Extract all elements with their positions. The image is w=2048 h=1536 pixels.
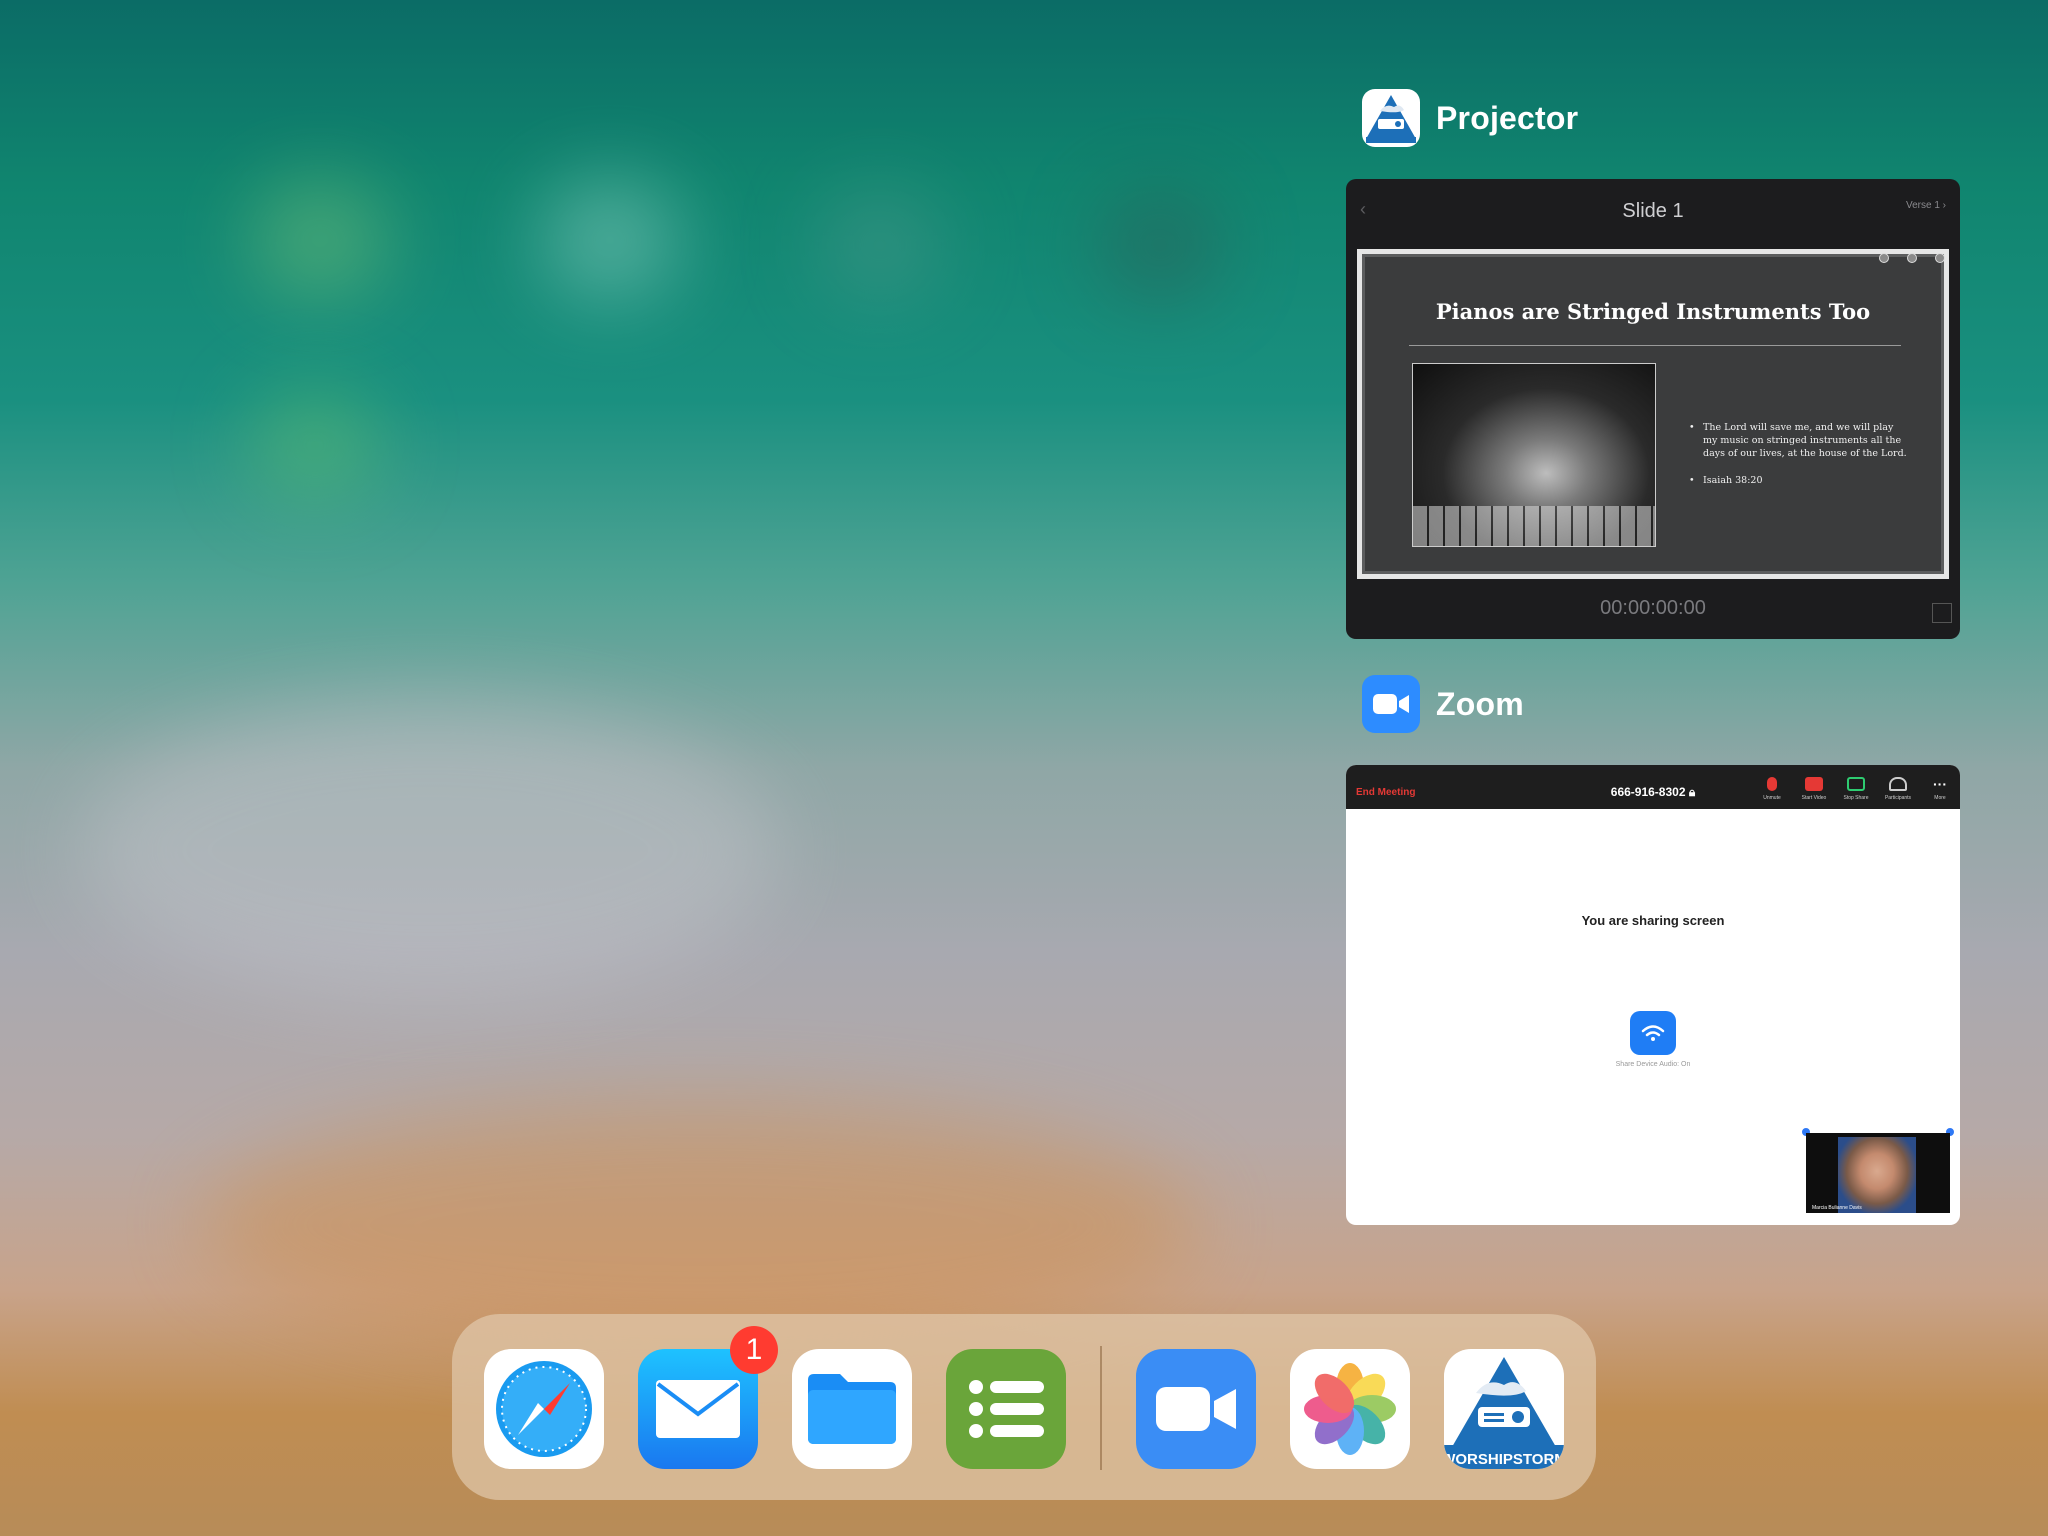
expand-icon[interactable] <box>1932 603 1952 623</box>
safari-icon <box>496 1361 592 1457</box>
dock-app-lists[interactable] <box>946 1349 1066 1469</box>
list-icon <box>969 1380 1044 1438</box>
slide-bullet: The Lord will save me, and we will play … <box>1689 421 1909 460</box>
dock-app-safari[interactable] <box>484 1349 604 1469</box>
more-label: More <box>1934 795 1946 801</box>
mail-badge: 1 <box>730 1326 778 1374</box>
zoom-app-card[interactable]: End Meeting 666-916-8302 🔒︎ Unmute Start… <box>1346 765 1960 1225</box>
unmute-label: Unmute <box>1763 795 1781 801</box>
stop-share-button[interactable]: Stop Share <box>1842 777 1870 801</box>
start-video-button[interactable]: Start Video <box>1800 777 1828 801</box>
zoom-tools: Unmute Start Video Stop Share Participan… <box>1758 777 1954 801</box>
slide-bullet: Isaiah 38:20 <box>1689 474 1909 487</box>
share-audio-label: Share Device Audio: On <box>1615 1061 1691 1068</box>
worshipstorm-wordmark: WORSHIPSTORM <box>1444 1451 1564 1468</box>
app-title-zoom: Zoom <box>1436 685 1524 722</box>
slide-handles <box>1879 253 1945 263</box>
slide-preview: Pianos are Stringed Instruments Too The … <box>1357 249 1949 579</box>
piano-hands-photo <box>1412 363 1656 547</box>
more-dots-icon: ··· <box>1933 776 1947 792</box>
slide-heading: Pianos are Stringed Instruments Too <box>1435 299 1871 324</box>
projector-app-card[interactable]: ‹ Slide 1 Verse 1 › Pianos are Stringed … <box>1346 179 1960 639</box>
presentation-timer: 00:00:00:00 <box>1600 597 1706 619</box>
meeting-id-text: 666-916-8302 <box>1610 785 1686 799</box>
participant-name: Marcia Bulianne Davis <box>1812 1205 1862 1211</box>
dock-app-zoom[interactable] <box>1136 1349 1256 1469</box>
start-video-label: Start Video <box>1801 795 1827 801</box>
share-screen-icon <box>1847 777 1865 791</box>
zoom-app-header[interactable]: Zoom <box>1362 675 1524 733</box>
next-verse-button[interactable]: Verse 1 › <box>1906 200 1946 211</box>
sharing-status: You are sharing screen <box>1581 913 1725 928</box>
participants-label: Participants <box>1884 795 1912 801</box>
self-video-thumbnail[interactable]: Marcia Bulianne Davis <box>1806 1133 1950 1213</box>
dock-app-photos[interactable] <box>1290 1349 1410 1469</box>
zoom-toolbar: End Meeting 666-916-8302 🔒︎ Unmute Start… <box>1346 765 1960 809</box>
participants-button[interactable]: Participants <box>1884 777 1912 801</box>
slide-content: Pianos are Stringed Instruments Too The … <box>1362 253 1945 574</box>
worshipstorm-icon <box>1362 89 1420 147</box>
projector-app-header[interactable]: Projector <box>1362 89 1578 147</box>
dock-divider <box>1100 1346 1102 1470</box>
video-off-icon <box>1805 777 1823 791</box>
stop-share-label: Stop Share <box>1843 795 1869 801</box>
zoom-camera-icon <box>1156 1387 1236 1431</box>
verse-label: Verse 1 <box>1905 200 1940 211</box>
files-icon <box>808 1374 896 1444</box>
more-button[interactable]: ··· More <box>1926 777 1954 801</box>
dock: 1 WORSHIPSTORM <box>452 1314 1596 1500</box>
unmute-button[interactable]: Unmute <box>1758 777 1786 801</box>
slide-divider <box>1409 345 1901 346</box>
mail-icon <box>656 1380 740 1438</box>
participants-icon <box>1889 777 1907 791</box>
previous-slide-icon[interactable]: ‹ <box>1360 199 1366 220</box>
app-title-projector: Projector <box>1436 99 1579 136</box>
microphone-muted-icon <box>1767 777 1777 791</box>
share-audio-button[interactable] <box>1630 1011 1676 1055</box>
wifi-audio-icon <box>1641 1025 1665 1041</box>
lock-icon: 🔒︎ <box>1688 785 1696 799</box>
dock-app-worshipstorm[interactable]: WORSHIPSTORM <box>1444 1349 1564 1469</box>
zoom-camera-icon <box>1362 675 1420 733</box>
dock-app-files[interactable] <box>792 1349 912 1469</box>
slide-title: Slide 1 <box>1622 199 1684 222</box>
worshipstorm-icon: WORSHIPSTORM <box>1444 1357 1564 1469</box>
participant-video <box>1838 1137 1916 1213</box>
photos-icon <box>1304 1363 1396 1455</box>
slide-bullets: The Lord will save me, and we will play … <box>1689 421 1909 501</box>
projector-topbar: ‹ Slide 1 Verse 1 › <box>1346 179 1960 243</box>
